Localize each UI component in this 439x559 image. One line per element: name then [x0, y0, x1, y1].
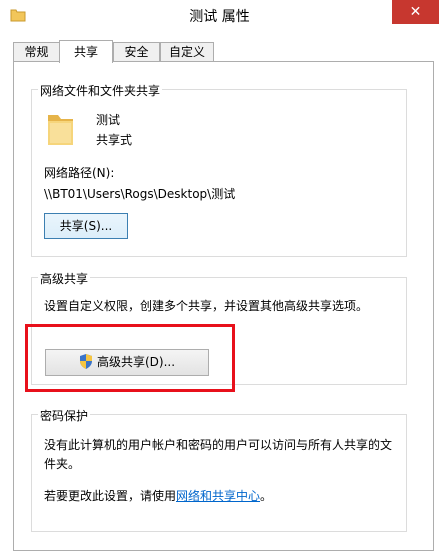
- group-title: 高级共享: [38, 270, 91, 287]
- change-suffix: 。: [260, 489, 273, 503]
- tab-customize[interactable]: 自定义: [160, 42, 214, 61]
- title-bar: 测试 属性 ✕: [0, 0, 439, 31]
- change-setting-text: 若要更改此设置，请使用网络和共享中心。: [44, 487, 272, 504]
- tab-security[interactable]: 安全: [113, 42, 160, 61]
- share-button[interactable]: 共享(S)...: [44, 213, 128, 239]
- tab-label: 常规: [24, 45, 49, 59]
- password-description-line1: 没有此计算机的用户帐户和密码的用户可以访问与所有人共享的文: [44, 438, 393, 452]
- tab-label: 自定义: [168, 45, 205, 59]
- folder-icon: [48, 115, 73, 145]
- password-protection-group: 密码保护: [31, 407, 407, 532]
- highlight-box: [25, 324, 235, 392]
- password-description-line2: 件夹。: [44, 457, 81, 471]
- window-title: 测试 属性: [189, 9, 250, 25]
- button-label: 共享(S)...: [59, 219, 113, 233]
- group-title: 网络文件和文件夹共享: [38, 82, 163, 99]
- tab-general[interactable]: 常规: [13, 42, 60, 61]
- network-sharing-center-link[interactable]: 网络和共享中心: [176, 489, 260, 503]
- share-status: 共享式: [96, 133, 133, 147]
- tab-label: 共享: [73, 45, 98, 59]
- close-button[interactable]: ✕: [392, 0, 439, 24]
- advanced-sharing-description: 设置自定义权限，创建多个共享，并设置其他高级共享选项。: [44, 299, 369, 313]
- change-prefix: 若要更改此设置，请使用: [44, 489, 177, 503]
- folder-name: 测试: [96, 113, 121, 127]
- network-path-label: 网络路径(N):: [44, 166, 115, 180]
- tab-label: 安全: [124, 45, 149, 59]
- network-path-value: \\BT01\Users\Rogs\Desktop\测试: [44, 187, 236, 201]
- close-icon: ✕: [409, 4, 422, 20]
- group-title: 密码保护: [38, 407, 91, 424]
- tab-sharing[interactable]: 共享: [59, 40, 113, 63]
